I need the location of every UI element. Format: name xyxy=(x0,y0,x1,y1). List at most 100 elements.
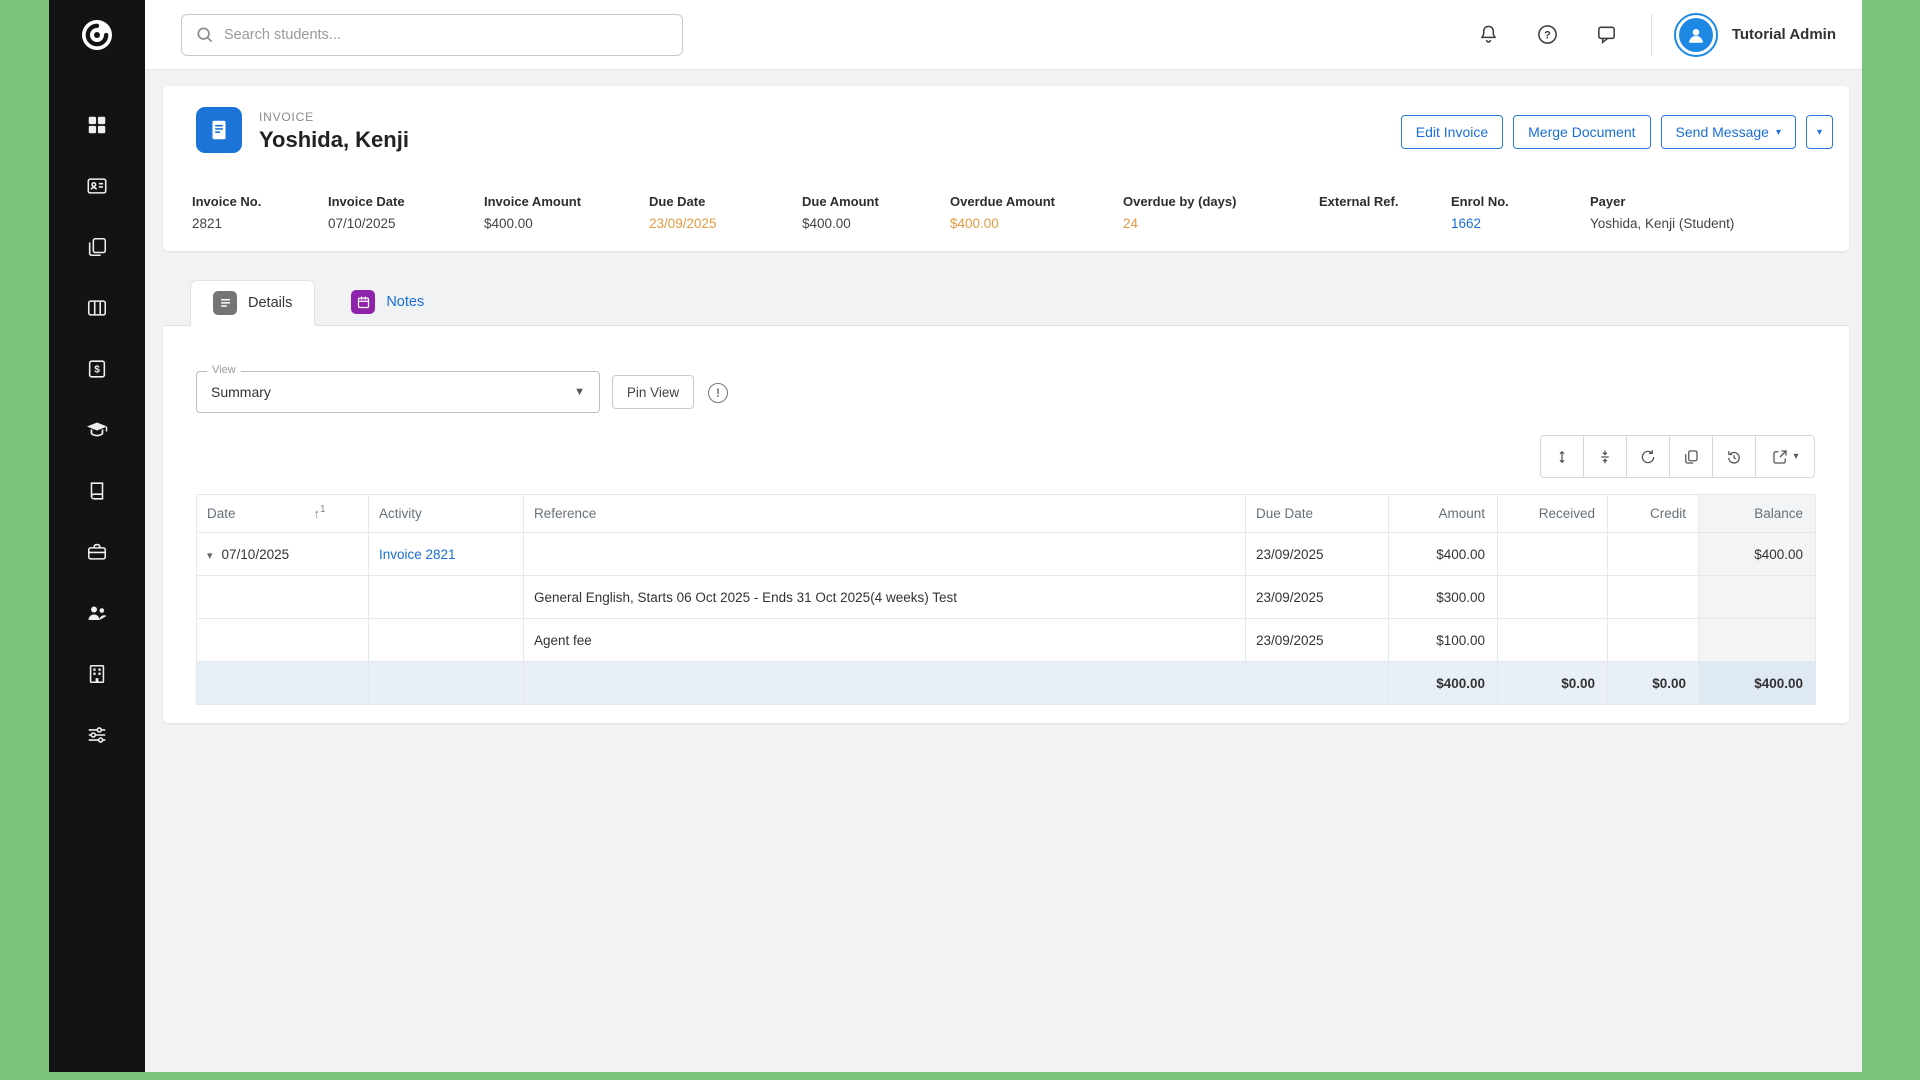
sidebar-item-library[interactable] xyxy=(49,460,145,521)
table-view-icon xyxy=(86,297,108,319)
field-overdue-amount: Overdue Amount $400.00 xyxy=(950,194,1123,232)
app-logo[interactable] xyxy=(49,0,145,70)
tab-notes[interactable]: Notes xyxy=(329,279,446,325)
field-overdue-days: Overdue by (days) 24 xyxy=(1123,194,1319,232)
pin-view-button[interactable]: Pin View xyxy=(612,375,694,409)
invoice-card: INVOICE Yoshida, Kenji Edit Invoice Merg… xyxy=(163,86,1849,251)
amount-cell: $100.00 xyxy=(1389,619,1498,662)
app-window: $ xyxy=(49,0,1862,1072)
invoice-actions: Edit Invoice Merge Document Send Message… xyxy=(1401,115,1833,149)
history-icon xyxy=(1725,448,1743,466)
contacts-icon xyxy=(86,175,108,197)
bell-icon xyxy=(1477,23,1500,46)
notifications-button[interactable] xyxy=(1471,17,1507,53)
info-icon[interactable]: ! xyxy=(708,383,728,403)
field-invoice-date: Invoice Date 07/10/2025 xyxy=(328,194,484,232)
col-header-due-date[interactable]: Due Date xyxy=(1246,495,1389,533)
merge-document-button[interactable]: Merge Document xyxy=(1513,115,1650,149)
amount-cell: $300.00 xyxy=(1389,576,1498,619)
table-toolbar: ▾ xyxy=(1540,435,1815,478)
header-right-cluster: ? Tutorial Admin xyxy=(1448,13,1862,57)
field-due-date: Due Date 23/09/2025 xyxy=(649,194,802,232)
field-due-amount: Due Amount $400.00 xyxy=(802,194,950,232)
received-cell xyxy=(1498,619,1608,662)
date-cell xyxy=(197,619,369,662)
field-invoice-amount: Invoice Amount $400.00 xyxy=(484,194,649,232)
col-header-balance[interactable]: Balance xyxy=(1699,495,1816,533)
svg-text:$: $ xyxy=(94,364,100,375)
enrol-no-link[interactable]: 1662 xyxy=(1451,216,1590,232)
table-row: Agent fee 23/09/2025 $100.00 xyxy=(197,619,1816,662)
date-cell: ▾07/10/2025 xyxy=(197,533,369,576)
avatar[interactable] xyxy=(1674,13,1718,57)
col-header-date[interactable]: Date ↑1 xyxy=(197,495,369,533)
page-title: Yoshida, Kenji xyxy=(259,127,409,153)
sidebar-item-documents[interactable] xyxy=(49,216,145,277)
col-header-activity[interactable]: Activity xyxy=(369,495,524,533)
table-row: General English, Starts 06 Oct 2025 - En… xyxy=(197,576,1816,619)
sidebar-item-people[interactable] xyxy=(49,582,145,643)
user-name: Tutorial Admin xyxy=(1732,26,1836,43)
field-enrol-no: Enrol No. 1662 xyxy=(1451,194,1590,232)
help-button[interactable]: ? xyxy=(1530,17,1566,53)
edit-invoice-button[interactable]: Edit Invoice xyxy=(1401,115,1503,149)
header-divider xyxy=(1651,14,1652,56)
field-payer: Payer Yoshida, Kenji (Student) xyxy=(1590,194,1833,232)
building-icon xyxy=(86,663,108,685)
export-button[interactable]: ▾ xyxy=(1755,435,1815,478)
sidebar-item-academics[interactable] xyxy=(49,399,145,460)
details-tab-icon xyxy=(213,291,237,315)
activity-cell xyxy=(369,576,524,619)
more-actions-button[interactable]: ▾ xyxy=(1806,115,1833,149)
invoice-icon xyxy=(196,107,242,153)
refresh-button[interactable] xyxy=(1626,435,1670,478)
copy-icon xyxy=(1682,448,1700,466)
credit-cell xyxy=(1608,576,1699,619)
chevron-down-icon: ▾ xyxy=(1793,451,1798,462)
history-button[interactable] xyxy=(1712,435,1756,478)
sort-asc-icon[interactable]: ↑1 xyxy=(314,506,326,521)
copy-button[interactable] xyxy=(1669,435,1713,478)
sidebar-item-briefcase[interactable] xyxy=(49,521,145,582)
search-container xyxy=(181,14,683,56)
sidebar-item-settings[interactable] xyxy=(49,704,145,765)
finance-icon: $ xyxy=(86,358,108,380)
due-date-cell: 23/09/2025 xyxy=(1246,619,1389,662)
send-message-button[interactable]: Send Message▾ xyxy=(1661,115,1796,149)
view-select[interactable]: View Summary ▼ xyxy=(196,371,600,413)
col-header-amount[interactable]: Amount xyxy=(1389,495,1498,533)
graduation-cap-icon xyxy=(85,418,109,442)
book-icon xyxy=(86,480,108,502)
sidebar-item-finance[interactable]: $ xyxy=(49,338,145,399)
sidebar-item-dashboard[interactable] xyxy=(49,94,145,155)
balance-cell: $400.00 xyxy=(1699,533,1816,576)
received-cell xyxy=(1498,576,1608,619)
invoice-link[interactable]: Invoice 2821 xyxy=(379,547,456,562)
credit-cell xyxy=(1608,533,1699,576)
sidebar-item-table-view[interactable] xyxy=(49,277,145,338)
field-invoice-no: Invoice No. 2821 xyxy=(192,194,328,232)
activity-cell: Invoice 2821 xyxy=(369,533,524,576)
search-input[interactable] xyxy=(181,14,683,56)
reference-cell xyxy=(524,533,1246,576)
col-header-reference[interactable]: Reference xyxy=(524,495,1246,533)
sidebar-nav: $ xyxy=(49,70,145,765)
tab-details[interactable]: Details xyxy=(190,280,315,326)
row-collapse-caret-icon[interactable]: ▾ xyxy=(207,550,213,562)
record-type-label: INVOICE xyxy=(259,110,314,124)
collapse-rows-button[interactable] xyxy=(1583,435,1627,478)
sidebar-item-contacts[interactable] xyxy=(49,155,145,216)
view-select-value: Summary xyxy=(211,384,271,400)
expand-rows-button[interactable] xyxy=(1540,435,1584,478)
amount-cell: $400.00 xyxy=(1389,533,1498,576)
invoice-fields: Invoice No. 2821 Invoice Date 07/10/2025… xyxy=(192,194,1833,232)
totals-row: $400.00 $0.00 $0.00 $400.00 xyxy=(197,662,1816,705)
main-content: INVOICE Yoshida, Kenji Edit Invoice Merg… xyxy=(145,70,1862,1072)
messages-button[interactable] xyxy=(1589,17,1625,53)
sidebar: $ xyxy=(49,0,145,1072)
col-header-received[interactable]: Received xyxy=(1498,495,1608,533)
sidebar-item-organisation[interactable] xyxy=(49,643,145,704)
search-icon xyxy=(194,24,216,46)
people-icon xyxy=(85,601,109,625)
col-header-credit[interactable]: Credit xyxy=(1608,495,1699,533)
